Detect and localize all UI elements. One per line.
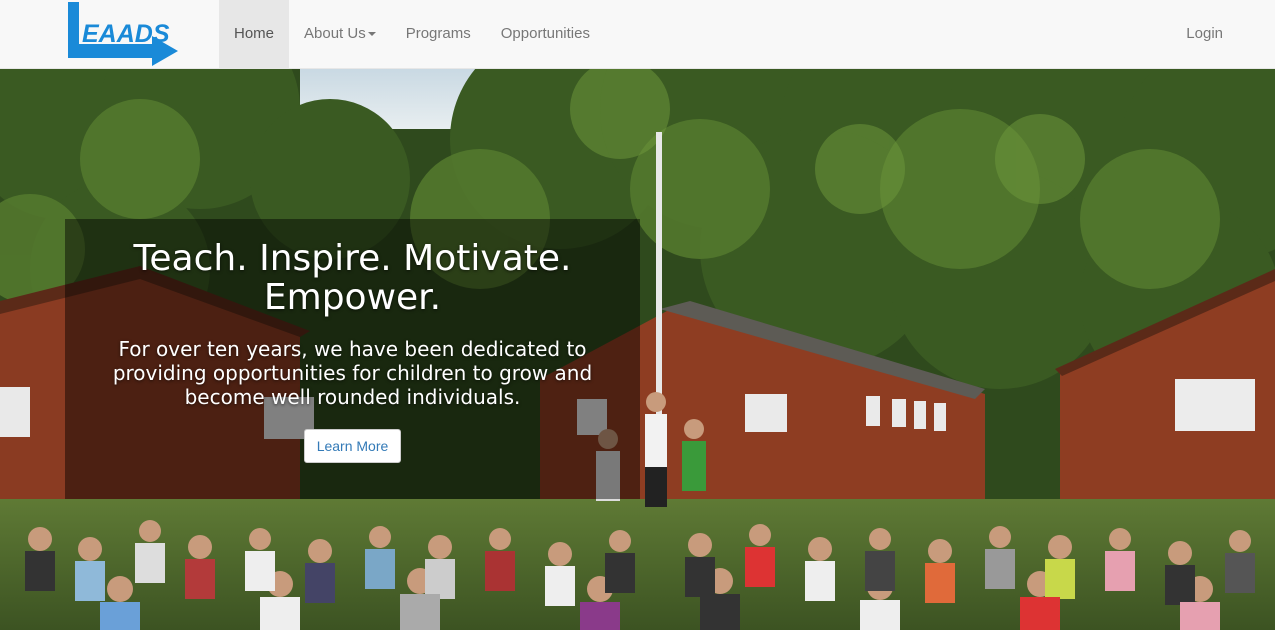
nav-about-label: About Us [304,25,366,42]
hero-subtext: For over ten years, we have been dedicat… [112,337,593,409]
headline-line-1: Teach. Inspire. Motivate. [133,238,572,279]
nav-about-us[interactable]: About Us [289,0,391,69]
main-nav: Home About Us Programs Opportunities [219,0,605,69]
hero-banner: Teach. Inspire. Motivate. Empower. For o… [0,69,1275,630]
nav-home[interactable]: Home [219,0,290,69]
headline-line-2: Empower. [263,277,442,318]
login-link[interactable]: Login [1186,0,1223,69]
hero-headline: Teach. Inspire. Motivate. Empower. [65,239,640,317]
brand-logo[interactable]: EAADS [66,0,182,66]
hero-caption: Teach. Inspire. Motivate. Empower. For o… [65,219,640,499]
nav-opportunities[interactable]: Opportunities [486,0,605,69]
logo-text: EAADS [82,20,170,48]
nav-programs[interactable]: Programs [391,0,486,69]
caret-down-icon [367,32,376,37]
navbar: EAADS Home About Us Programs Opportuniti… [0,0,1275,69]
logo-arrow-icon: EAADS [68,2,178,66]
learn-more-button[interactable]: Learn More [303,429,402,463]
